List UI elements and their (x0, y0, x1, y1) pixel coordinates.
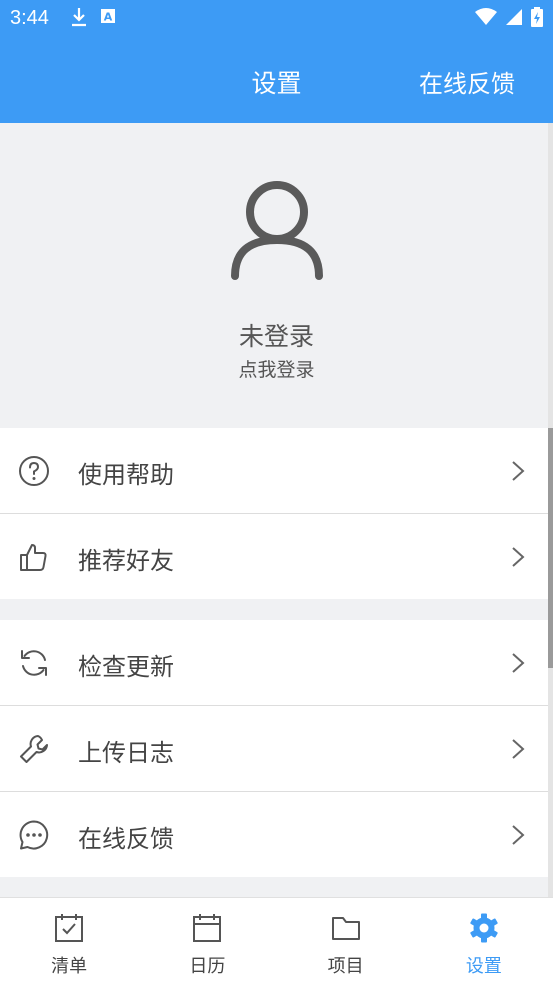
checklist-calendar-icon (55, 914, 84, 942)
online-feedback-action[interactable]: 在线反馈 (419, 64, 515, 99)
login-prompt[interactable]: 点我登录 (0, 355, 553, 382)
refresh-icon (21, 650, 47, 676)
chevron-right-icon (512, 739, 525, 759)
battery-icon (531, 7, 543, 27)
signal-icon (506, 9, 522, 25)
menu-label: 检查更新 (78, 653, 174, 681)
thumbs-up-icon (20, 544, 47, 571)
download-icon (72, 8, 86, 27)
bottom-nav: 清单 日历 项目 设置 (0, 897, 553, 985)
chevron-right-icon (512, 653, 525, 673)
menu-item-check-update[interactable]: 检查更新 (0, 620, 553, 706)
tab-settings[interactable]: 设置 (415, 898, 553, 985)
gear-icon (470, 913, 498, 943)
tab-projects[interactable]: 项目 (277, 898, 415, 985)
status-bar: 3:44 A (0, 0, 553, 36)
folder-icon (331, 917, 360, 940)
tab-label: 清单 (51, 956, 88, 977)
menu-item-upload-log[interactable]: 上传日志 (0, 706, 553, 792)
status-icons-right (475, 7, 543, 27)
menu-group-tools: 检查更新 上传日志 在线反馈 (0, 620, 553, 877)
login-status: 未登录 (238, 322, 314, 351)
chevron-right-icon (512, 825, 525, 845)
wifi-icon (475, 8, 497, 25)
app-bar: 设置 在线反馈 (0, 36, 553, 123)
menu-item-online-feedback[interactable]: 在线反馈 (0, 792, 553, 877)
wrench-icon (20, 735, 48, 763)
menu-item-recommend[interactable]: 推荐好友 (0, 514, 553, 599)
scrollbar-thumb[interactable] (548, 428, 553, 668)
chevron-right-icon (512, 547, 525, 567)
chat-bubble-icon (19, 820, 49, 850)
user-avatar-icon (231, 181, 323, 280)
tab-label: 项目 (327, 956, 364, 977)
help-circle-icon (19, 456, 49, 486)
tab-label: 设置 (465, 956, 502, 977)
menu-item-help[interactable]: 使用帮助 (0, 428, 553, 514)
calendar-icon (193, 914, 222, 942)
menu-label: 上传日志 (78, 739, 174, 767)
chevron-right-icon (512, 461, 525, 481)
tab-list[interactable]: 清单 (0, 898, 138, 985)
status-time: 3:44 (10, 7, 49, 29)
font-a-icon: A (101, 9, 115, 24)
menu-label: 在线反馈 (78, 825, 174, 853)
menu-label: 推荐好友 (78, 547, 174, 575)
tab-calendar[interactable]: 日历 (138, 898, 276, 985)
menu-label: 使用帮助 (78, 461, 174, 489)
tab-label: 日历 (189, 956, 226, 977)
svg-text:A: A (104, 11, 113, 24)
status-icons-left: A (70, 7, 116, 27)
profile-header[interactable]: 未登录 点我登录 (0, 123, 553, 428)
menu-group-help: 使用帮助 推荐好友 (0, 428, 553, 599)
